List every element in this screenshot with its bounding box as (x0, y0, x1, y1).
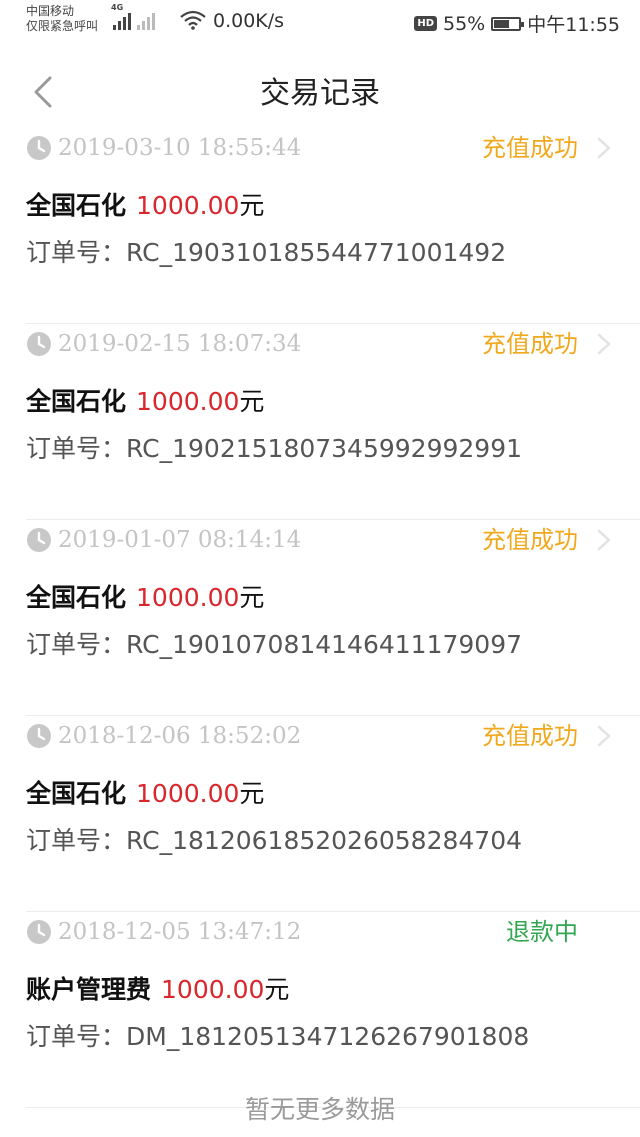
order-number: RC_1812061852026058284704 (126, 826, 523, 855)
order-label: 订单号： (26, 1022, 127, 1051)
order-label: 订单号： (26, 434, 127, 463)
signal-icons: 4G (111, 3, 155, 30)
record-amount: 1000.00 (136, 191, 240, 220)
clock-icon (27, 332, 51, 356)
order-number: DM_1812051347126267901808 (126, 1022, 530, 1051)
record-merchant: 账户管理费 (26, 975, 152, 1004)
amount-unit: 元 (239, 779, 265, 808)
carrier-emergency-text: 仅限紧急呼叫 (26, 19, 99, 33)
net-speed: 0.00K/s (213, 10, 285, 32)
order-label: 订单号： (26, 238, 127, 267)
order-number: RC_190310185544771001492 (126, 238, 507, 267)
order-number: RC_1902151807345992992991 (126, 434, 523, 463)
record-merchant: 全国石化 (26, 191, 127, 220)
record-summary: 账户管理费 1000.00元 (26, 972, 289, 1008)
record-merchant: 全国石化 (26, 583, 127, 612)
record-amount: 1000.00 (136, 583, 240, 612)
record-status: 充值成功 (482, 330, 578, 358)
record-amount: 1000.00 (136, 779, 240, 808)
record-order: 订单号：RC_1812061852026058284704 (26, 823, 522, 859)
amount-unit: 元 (239, 387, 265, 416)
chevron-right-icon (597, 137, 611, 159)
record-amount: 1000.00 (161, 975, 265, 1004)
record-time: 2019-01-07 08:14:14 (58, 527, 302, 553)
amount-unit: 元 (264, 975, 290, 1004)
record-time: 2018-12-05 13:47:12 (58, 919, 302, 945)
transaction-record[interactable]: 2018-12-06 18:52:02 充值成功 全国石化 1000.00元 订单… (26, 716, 640, 912)
record-summary: 全国石化 1000.00元 (26, 384, 264, 420)
carrier-info: 中国移动 仅限紧急呼叫 (26, 4, 98, 34)
status-right: HD 55% 中午11:55 (414, 10, 620, 37)
order-label: 订单号： (26, 630, 127, 659)
record-time: 2018-12-06 18:52:02 (58, 723, 302, 749)
record-time: 2019-02-15 18:07:34 (58, 331, 302, 357)
amount-unit: 元 (239, 191, 265, 220)
network-type-label: 4G (111, 3, 124, 12)
nav-bar: 交易记录 (0, 64, 640, 120)
amount-unit: 元 (239, 583, 265, 612)
record-merchant: 全国石化 (26, 779, 127, 808)
record-status: 充值成功 (482, 722, 578, 750)
carrier-name: 中国移动 (26, 4, 75, 18)
record-amount: 1000.00 (136, 387, 240, 416)
record-order: 订单号：DM_1812051347126267901808 (26, 1019, 529, 1055)
transaction-list: 2019-03-10 18:55:44 充值成功 全国石化 1000.00元 订单… (0, 128, 640, 1108)
chevron-right-icon (597, 529, 611, 551)
battery-percent: 55% (443, 12, 486, 35)
chevron-right-icon (597, 725, 611, 747)
clock-icon (27, 136, 51, 160)
transaction-record[interactable]: 2019-01-07 08:14:14 充值成功 全国石化 1000.00元 订单… (26, 520, 640, 716)
order-number: RC_1901070814146411179097 (126, 630, 523, 659)
record-summary: 全国石化 1000.00元 (26, 188, 264, 224)
clock-icon (27, 528, 51, 552)
order-label: 订单号： (26, 826, 127, 855)
record-time: 2019-03-10 18:55:44 (58, 135, 302, 161)
no-more-data-text: 暂无更多数据 (244, 1095, 395, 1124)
battery-icon (491, 16, 525, 31)
record-status: 充值成功 (482, 526, 578, 554)
clock-icon (27, 920, 51, 944)
record-order: 订单号：RC_1901070814146411179097 (26, 627, 522, 663)
transaction-record: 2018-12-05 13:47:12 退款中 账户管理费 1000.00元 订单… (26, 912, 640, 1108)
record-order: 订单号：RC_190310185544771001492 (26, 235, 506, 271)
clock-time: 中午11:55 (527, 14, 620, 36)
wifi-icon (180, 10, 206, 35)
record-order: 订单号：RC_1902151807345992992991 (26, 431, 522, 467)
chevron-right-icon (597, 333, 611, 355)
hd-badge: HD (414, 16, 437, 31)
transaction-record[interactable]: 2019-03-10 18:55:44 充值成功 全国石化 1000.00元 订单… (26, 128, 640, 324)
status-bar: 中国移动 仅限紧急呼叫 4G 0.00K/s HD 55% 中午11:55 (0, 0, 640, 44)
page-title: 交易记录 (260, 76, 380, 111)
record-summary: 全国石化 1000.00元 (26, 580, 264, 616)
record-status: 充值成功 (482, 134, 578, 162)
record-status: 退款中 (506, 918, 578, 946)
transaction-record[interactable]: 2019-02-15 18:07:34 充值成功 全国石化 1000.00元 订单… (26, 324, 640, 520)
signal-icon-secondary (137, 13, 155, 30)
record-summary: 全国石化 1000.00元 (26, 776, 264, 812)
signal-icon: 4G (111, 3, 131, 30)
record-merchant: 全国石化 (26, 387, 127, 416)
clock-icon (27, 724, 51, 748)
